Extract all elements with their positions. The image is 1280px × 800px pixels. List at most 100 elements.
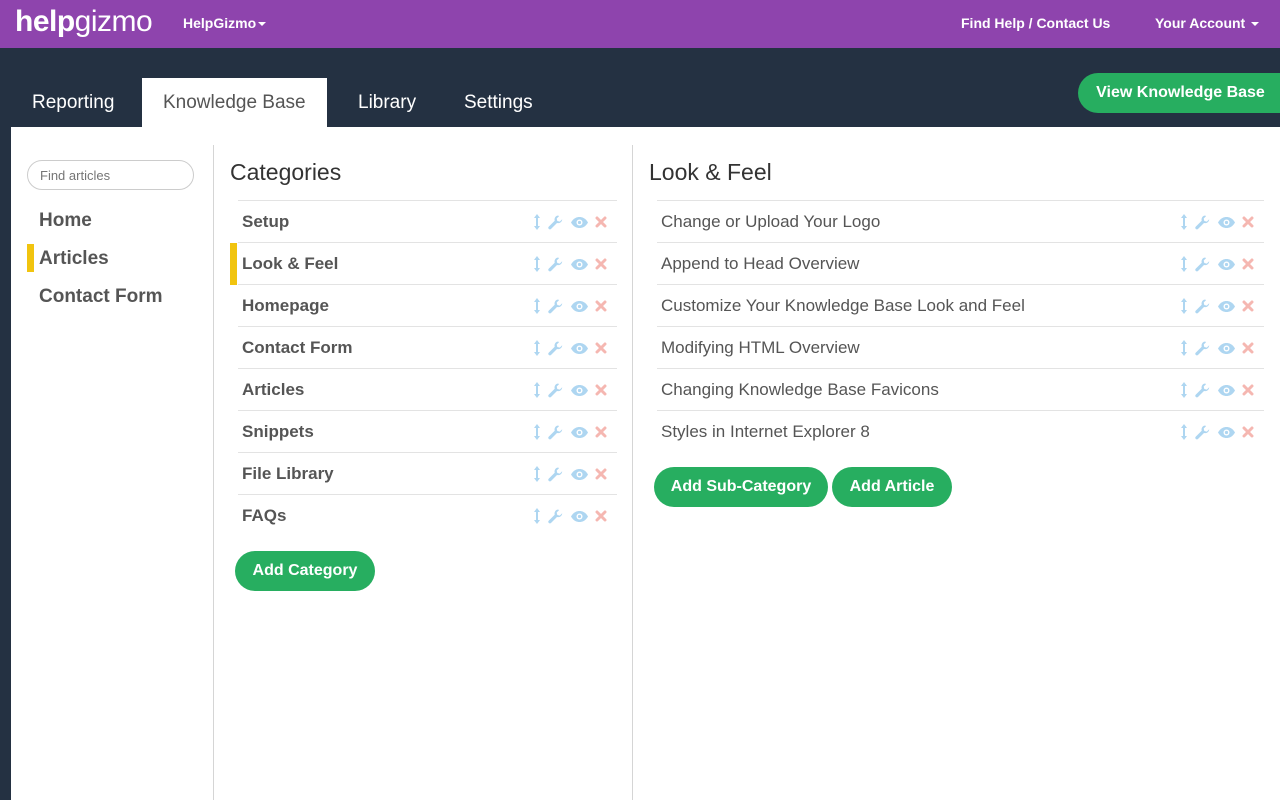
wrench-icon[interactable] <box>1194 214 1211 231</box>
category-row[interactable]: Articles <box>238 368 617 410</box>
eye-icon[interactable] <box>570 384 589 397</box>
wrench-icon[interactable] <box>547 214 564 231</box>
delete-icon[interactable] <box>1242 342 1254 354</box>
wrench-icon[interactable] <box>1194 256 1211 273</box>
account-menu[interactable]: Your Account <box>1155 14 1260 32</box>
eye-icon[interactable] <box>1217 258 1236 271</box>
wrench-icon[interactable] <box>547 382 564 399</box>
eye-icon[interactable] <box>1217 426 1236 439</box>
delete-icon[interactable] <box>1242 258 1254 270</box>
category-row[interactable]: Homepage <box>238 284 617 326</box>
delete-icon[interactable] <box>595 300 607 312</box>
category-row-label: Setup <box>242 212 290 231</box>
article-row[interactable]: Change or Upload Your Logo <box>657 200 1264 242</box>
eye-icon[interactable] <box>570 258 589 271</box>
reorder-icon[interactable] <box>1180 213 1188 231</box>
article-row[interactable]: Changing Knowledge Base Favicons <box>657 368 1264 410</box>
delete-icon[interactable] <box>595 384 607 396</box>
reorder-icon[interactable] <box>1180 423 1188 441</box>
active-indicator <box>27 244 34 272</box>
reorder-icon[interactable] <box>533 255 541 273</box>
delete-icon[interactable] <box>595 426 607 438</box>
tab-knowledge-base[interactable]: Knowledge Base <box>142 78 327 127</box>
delete-icon[interactable] <box>595 468 607 480</box>
wrench-icon[interactable] <box>1194 382 1211 399</box>
chevron-down-icon <box>1251 22 1260 27</box>
wrench-icon[interactable] <box>547 256 564 273</box>
wrench-icon[interactable] <box>1194 340 1211 357</box>
org-menu[interactable]: HelpGizmo <box>183 14 267 32</box>
eye-icon[interactable] <box>570 468 589 481</box>
category-row[interactable]: Setup <box>238 200 617 242</box>
row-actions <box>533 465 607 483</box>
delete-icon[interactable] <box>595 258 607 270</box>
delete-icon[interactable] <box>1242 216 1254 228</box>
reorder-icon[interactable] <box>533 297 541 315</box>
eye-icon[interactable] <box>1217 300 1236 313</box>
reorder-icon[interactable] <box>1180 339 1188 357</box>
sidebar-item-contact-form[interactable]: Contact Form <box>39 285 163 309</box>
logo-bold-text: help <box>15 5 75 38</box>
reorder-icon[interactable] <box>533 339 541 357</box>
wrench-icon[interactable] <box>547 340 564 357</box>
category-row[interactable]: Look & Feel <box>230 242 617 285</box>
find-help-link[interactable]: Find Help / Contact Us <box>961 14 1110 32</box>
delete-icon[interactable] <box>595 342 607 354</box>
active-indicator <box>230 243 237 285</box>
category-row[interactable]: File Library <box>238 452 617 494</box>
article-row-label: Changing Knowledge Base Favicons <box>661 380 939 399</box>
reorder-icon[interactable] <box>1180 381 1188 399</box>
delete-icon[interactable] <box>595 216 607 228</box>
category-row[interactable]: Snippets <box>238 410 617 452</box>
tab-reporting[interactable]: Reporting <box>11 78 135 127</box>
eye-icon[interactable] <box>570 216 589 229</box>
article-row[interactable]: Append to Head Overview <box>657 242 1264 284</box>
delete-icon[interactable] <box>595 510 607 522</box>
view-knowledge-base-button[interactable]: View Knowledge Base <box>1078 73 1280 113</box>
reorder-icon[interactable] <box>1180 255 1188 273</box>
sidebar-item-home[interactable]: Home <box>39 209 92 233</box>
wrench-icon[interactable] <box>1194 298 1211 315</box>
eye-icon[interactable] <box>1217 216 1236 229</box>
reorder-icon[interactable] <box>1180 297 1188 315</box>
eye-icon[interactable] <box>1217 342 1236 355</box>
eye-icon[interactable] <box>570 300 589 313</box>
category-row-label: Snippets <box>242 422 314 441</box>
article-row-label: Modifying HTML Overview <box>661 338 860 357</box>
add-category-button[interactable]: Add Category <box>235 551 375 591</box>
delete-icon[interactable] <box>1242 426 1254 438</box>
tab-library[interactable]: Library <box>337 78 437 127</box>
tab-settings[interactable]: Settings <box>443 78 554 127</box>
reorder-icon[interactable] <box>533 381 541 399</box>
delete-icon[interactable] <box>1242 300 1254 312</box>
reorder-icon[interactable] <box>533 213 541 231</box>
eye-icon[interactable] <box>570 426 589 439</box>
eye-icon[interactable] <box>1217 384 1236 397</box>
sidebar-item-articles[interactable]: Articles <box>39 247 109 271</box>
search-input[interactable] <box>27 160 194 190</box>
wrench-icon[interactable] <box>547 466 564 483</box>
eye-icon[interactable] <box>570 510 589 523</box>
row-actions <box>1180 339 1254 357</box>
category-row[interactable]: Contact Form <box>238 326 617 368</box>
reorder-icon[interactable] <box>533 465 541 483</box>
column-divider <box>632 145 633 800</box>
article-row-label: Append to Head Overview <box>661 254 860 273</box>
wrench-icon[interactable] <box>547 508 564 525</box>
add-subcategory-button[interactable]: Add Sub-Category <box>654 467 828 507</box>
add-article-button[interactable]: Add Article <box>832 467 952 507</box>
row-actions <box>533 339 607 357</box>
article-row[interactable]: Modifying HTML Overview <box>657 326 1264 368</box>
delete-icon[interactable] <box>1242 384 1254 396</box>
wrench-icon[interactable] <box>547 424 564 441</box>
category-row[interactable]: FAQs <box>238 494 617 536</box>
wrench-icon[interactable] <box>547 298 564 315</box>
article-row[interactable]: Customize Your Knowledge Base Look and F… <box>657 284 1264 326</box>
reorder-icon[interactable] <box>533 423 541 441</box>
wrench-icon[interactable] <box>1194 424 1211 441</box>
eye-icon[interactable] <box>570 342 589 355</box>
category-row-label: File Library <box>242 464 334 483</box>
article-row[interactable]: Styles in Internet Explorer 8 <box>657 410 1264 452</box>
helpgizmo-logo[interactable]: helpgizmo <box>15 4 153 40</box>
reorder-icon[interactable] <box>533 507 541 525</box>
